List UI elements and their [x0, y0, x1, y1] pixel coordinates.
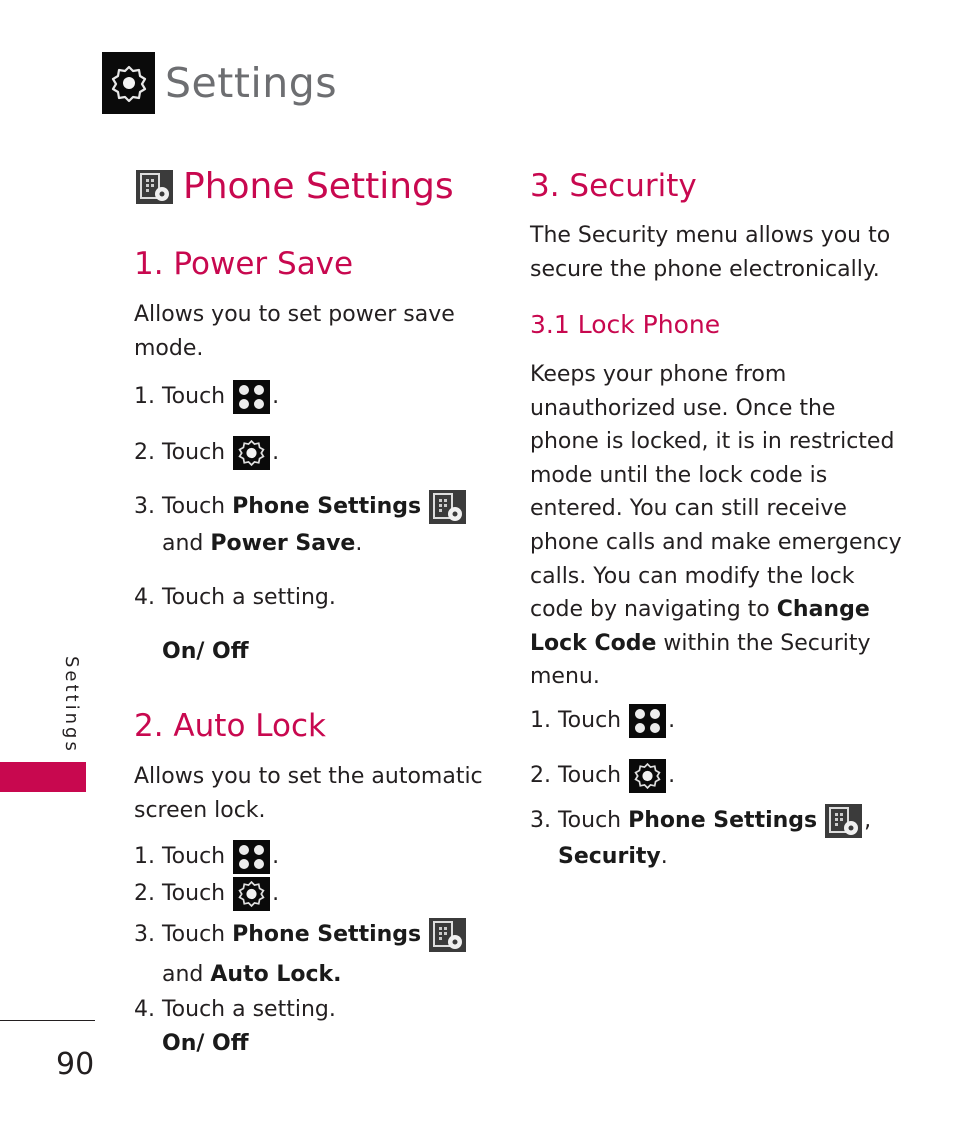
apps-grid-icon	[233, 380, 271, 414]
step-text: 1. Touch	[134, 384, 226, 409]
lock-phone-step-2: 2. Touch.	[530, 759, 675, 793]
menu-name: Phone Settings	[628, 808, 818, 833]
text-line: Lock Code within the Security	[530, 627, 902, 661]
power-save-step-1: 1. Touch.	[134, 380, 279, 414]
gear-icon	[233, 877, 271, 911]
security-intro: The Security menu allows you to secure t…	[530, 219, 890, 287]
apps-grid-icon	[629, 704, 667, 738]
step-text: 2. Touch	[530, 763, 622, 788]
text-line: entered. You can still receive	[530, 496, 847, 522]
text-line: mode.	[134, 336, 204, 361]
phone-settings-icon	[429, 918, 467, 952]
page-number: 90	[56, 1047, 95, 1082]
text-line: phone is locked, it is in restricted	[530, 429, 895, 455]
step-text: 3. Touch	[134, 494, 226, 519]
text-line: menu.	[530, 664, 600, 690]
step-text: 1. Touch	[134, 844, 226, 869]
text-line: screen lock.	[134, 798, 266, 823]
step-text: and	[162, 962, 204, 987]
text-line: Keeps your phone from	[530, 362, 787, 387]
auto-lock-step-1: 1. Touch.	[134, 840, 279, 874]
text-line: Allows you to set power save	[134, 302, 455, 327]
power-save-title: 1. Power Save	[134, 246, 354, 282]
phone-settings-icon	[429, 490, 467, 524]
period: .	[272, 384, 280, 409]
lock-phone-title: 3.1 Lock Phone	[530, 310, 721, 339]
step-text: 1. Touch	[530, 708, 622, 733]
text: within the Security	[663, 630, 871, 656]
phone-settings-icon	[825, 804, 863, 838]
power-save-step-4: 4. Touch a setting.	[134, 585, 336, 610]
menu-name: Security	[558, 844, 661, 869]
auto-lock-step-2: 2. Touch.	[134, 877, 279, 911]
security-title: 3. Security	[530, 168, 697, 204]
menu-name: Lock Code	[530, 630, 657, 656]
text-line: code by navigating to Change	[530, 593, 902, 627]
gear-icon	[102, 52, 155, 114]
gear-icon	[233, 436, 271, 470]
side-tab-marker	[0, 762, 86, 792]
power-save-option: On/ Off	[162, 639, 249, 664]
text-line: unauthorized use. Once the	[530, 395, 836, 421]
phone-settings-icon	[136, 169, 173, 204]
step-text: 3. Touch	[530, 808, 622, 833]
text-line: calls. You can modify the lock	[530, 563, 855, 589]
text-line: secure the phone electronically.	[530, 257, 880, 282]
power-save-intro: Allows you to set power save mode.	[134, 298, 455, 366]
phone-settings-heading: Phone Settings	[136, 166, 454, 207]
step-text: 2. Touch	[134, 440, 226, 465]
lock-phone-step-1: 1. Touch.	[530, 704, 675, 738]
auto-lock-option: On/ Off	[162, 1031, 249, 1056]
text: code by navigating to	[530, 597, 770, 623]
auto-lock-intro: Allows you to set the automatic screen l…	[134, 760, 483, 828]
footer-rule	[0, 1020, 95, 1021]
period: .	[355, 531, 363, 556]
step-text: 3. Touch	[134, 922, 226, 947]
menu-name: Phone Settings	[232, 922, 422, 947]
menu-name: Change	[776, 597, 870, 623]
step-text: and	[162, 531, 204, 556]
step-text: 2. Touch	[134, 881, 226, 906]
auto-lock-title: 2. Auto Lock	[134, 708, 326, 744]
period: .	[272, 844, 280, 869]
lock-phone-step-3: 3. Touch Phone Settings,	[530, 804, 871, 838]
period: .	[668, 708, 676, 733]
comma: ,	[864, 808, 872, 833]
menu-name: Phone Settings	[232, 494, 422, 519]
lock-phone-step-3-cont: Security.	[558, 840, 668, 874]
menu-name: Power Save	[210, 531, 356, 556]
text-line: phone calls and make emergency	[530, 529, 902, 555]
period: .	[668, 763, 676, 788]
period: .	[272, 881, 280, 906]
auto-lock-step-3: 3. Touch Phone Settings	[134, 918, 468, 952]
auto-lock-step-3-cont: and Auto Lock.	[162, 958, 342, 992]
power-save-step-2: 2. Touch.	[134, 436, 279, 470]
lock-phone-description: Keeps your phone from unauthorized use. …	[530, 358, 902, 694]
menu-name: Auto Lock.	[210, 962, 342, 987]
period: .	[272, 440, 280, 465]
gear-icon	[629, 759, 667, 793]
page-header: Settings	[102, 52, 337, 114]
apps-grid-icon	[233, 840, 271, 874]
side-tab-label: Settings	[61, 656, 82, 754]
power-save-step-3: 3. Touch Phone Settings	[134, 490, 468, 524]
text-line: Allows you to set the automatic	[134, 764, 483, 789]
period: .	[660, 844, 668, 869]
text-line: The Security menu allows you to	[530, 223, 891, 248]
power-save-step-3-cont: and Power Save.	[162, 527, 362, 561]
text-line: mode until the lock code is	[530, 462, 828, 488]
auto-lock-step-4: 4. Touch a setting.	[134, 997, 336, 1022]
section-title: Phone Settings	[183, 166, 454, 207]
page-title: Settings	[165, 59, 338, 107]
